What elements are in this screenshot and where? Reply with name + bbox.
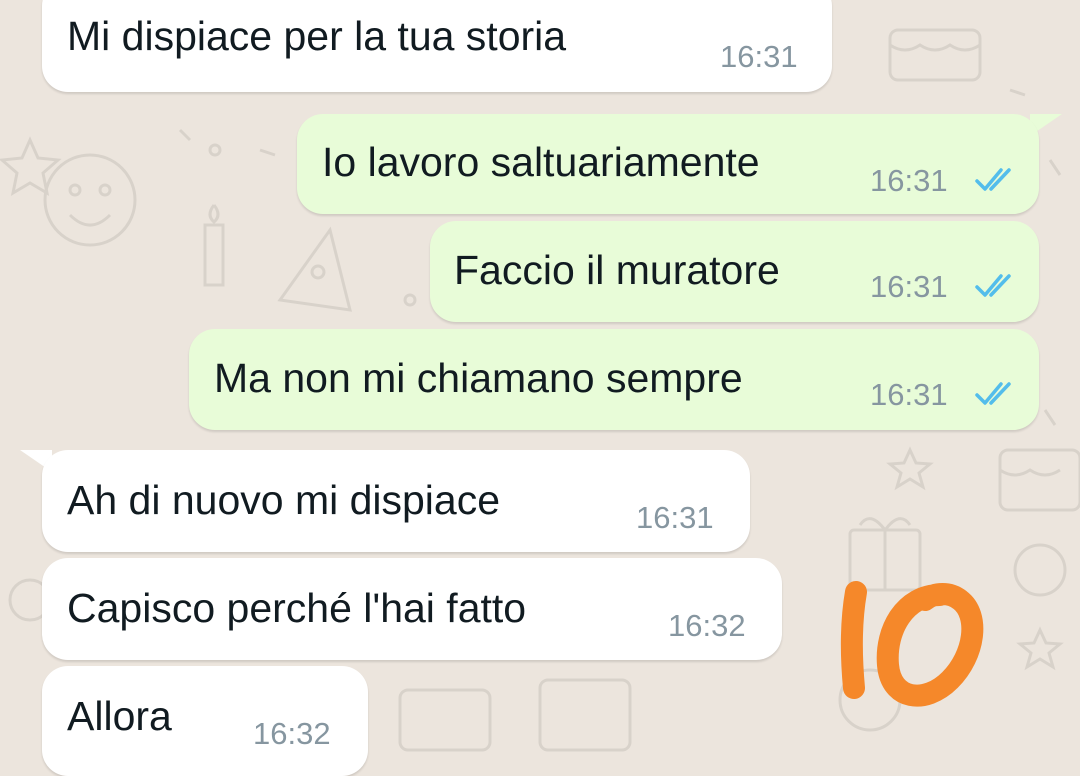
message-timestamp: 16:31 bbox=[720, 39, 798, 74]
message-bubble-incoming[interactable]: Capisco perché l'hai fatto 16:32 bbox=[42, 558, 782, 660]
message-text: Ah di nuovo mi dispiace bbox=[67, 477, 501, 523]
message-timestamp: 16:31 bbox=[870, 163, 948, 198]
message-text: Mi dispiace per la tua storia bbox=[67, 13, 567, 59]
message-timestamp: 16:31 bbox=[870, 269, 948, 304]
message-text: Ma non mi chiamano sempre bbox=[214, 355, 743, 401]
message-timestamp: 16:32 bbox=[253, 716, 331, 751]
message-bubble-incoming[interactable]: Mi dispiace per la tua storia 16:31 bbox=[42, 0, 832, 92]
double-check-icon bbox=[975, 274, 1011, 297]
message-bubble-incoming[interactable]: Allora 16:32 bbox=[42, 666, 368, 776]
message-bubble-outgoing[interactable]: Faccio il muratore 16:31 bbox=[430, 221, 1039, 322]
message-text: Faccio il muratore bbox=[454, 247, 780, 293]
message-bubble-incoming[interactable]: Ah di nuovo mi dispiace 16:31 bbox=[42, 450, 750, 552]
message-text: Capisco perché l'hai fatto bbox=[67, 585, 527, 631]
message-timestamp: 16:32 bbox=[668, 608, 746, 643]
orange-scribble-annotation bbox=[840, 581, 984, 707]
message-text: Allora bbox=[67, 693, 172, 739]
message-text: Io lavoro saltuariamente bbox=[322, 139, 760, 185]
double-check-icon bbox=[975, 168, 1011, 191]
double-check-icon bbox=[975, 382, 1011, 405]
message-timestamp: 16:31 bbox=[870, 377, 948, 412]
message-timestamp: 16:31 bbox=[636, 500, 714, 535]
message-bubble-outgoing[interactable]: Ma non mi chiamano sempre 16:31 bbox=[189, 329, 1039, 430]
message-bubble-outgoing[interactable]: Io lavoro saltuariamente 16:31 bbox=[297, 114, 1039, 214]
